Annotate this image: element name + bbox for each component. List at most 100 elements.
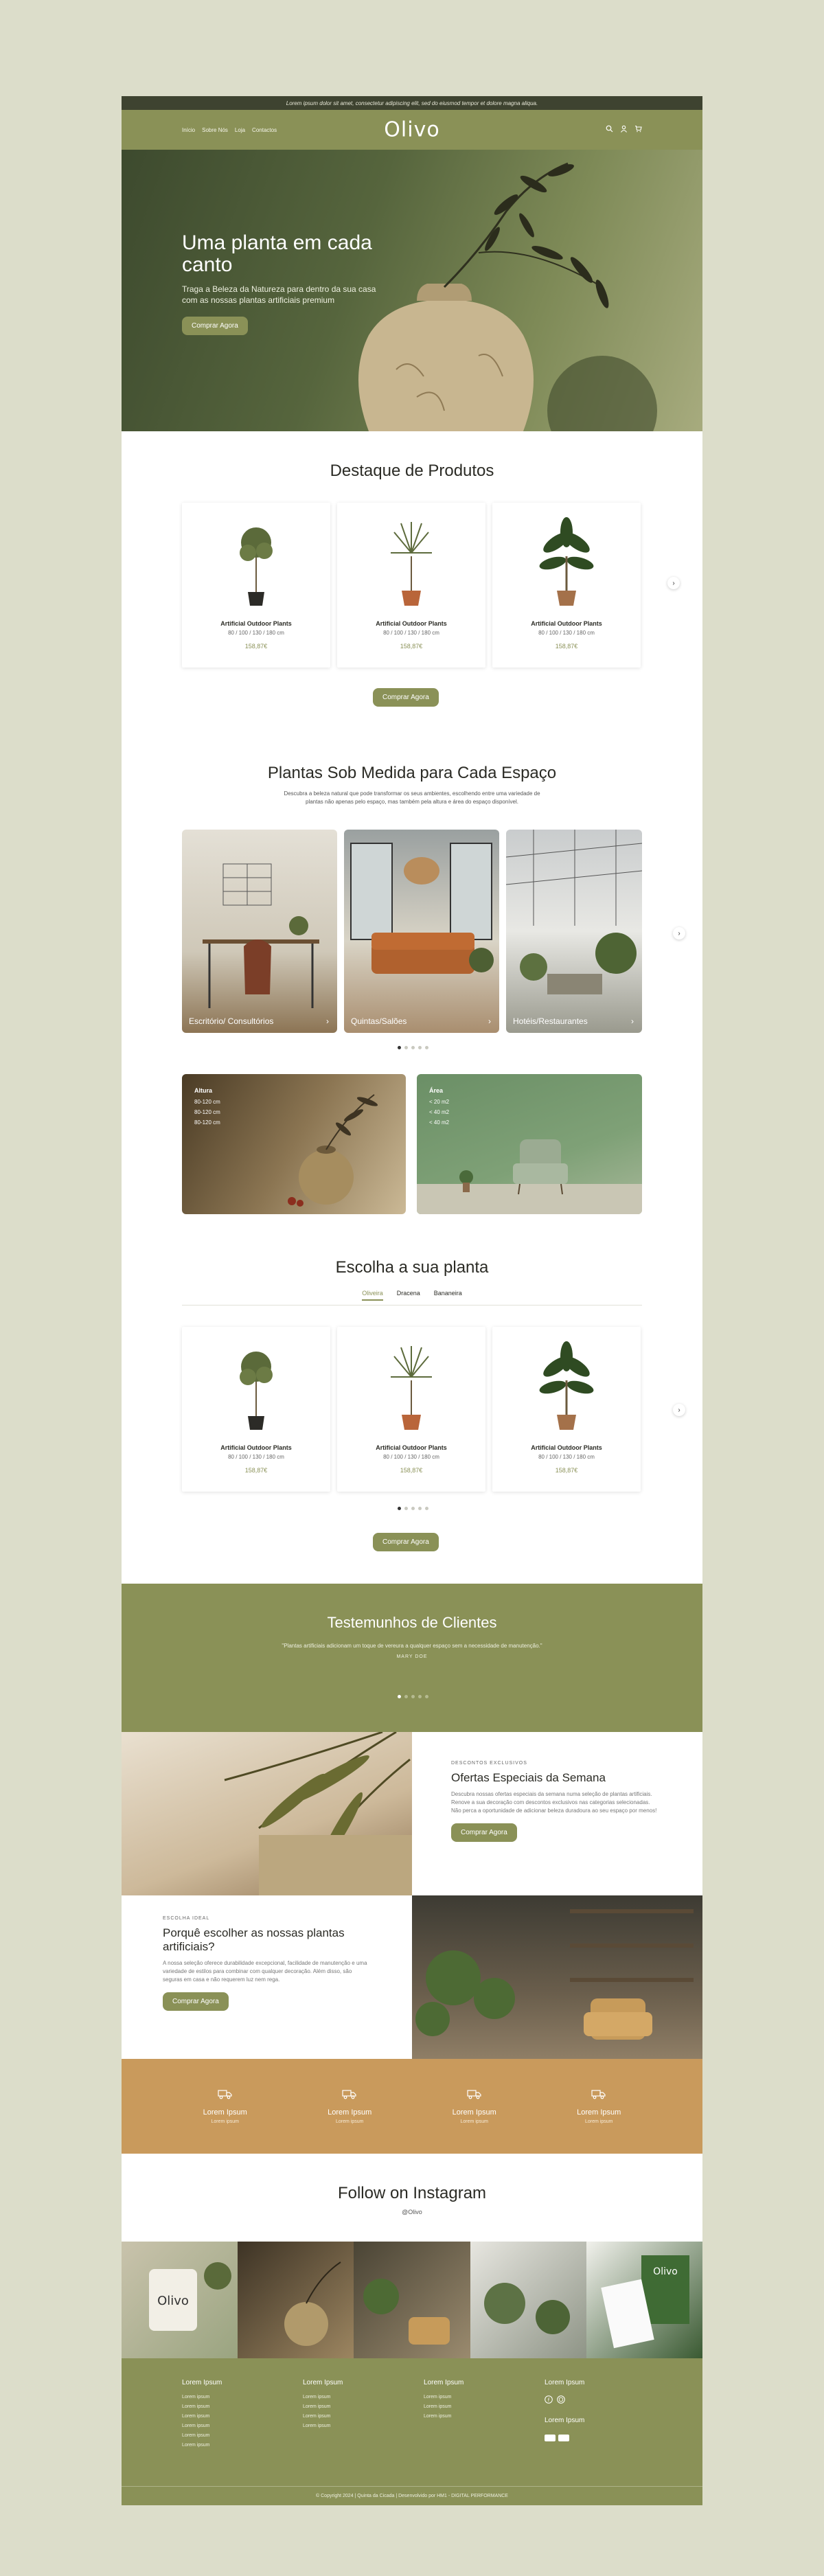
tab-oliveira[interactable]: Oliveira: [362, 1290, 383, 1301]
nav-link-sobre[interactable]: Sobre Nós: [202, 127, 228, 133]
dracena-image: [391, 522, 432, 606]
product-name: Artificial Outdoor Plants: [531, 620, 602, 627]
shelf-room-photo: [415, 1909, 694, 2040]
height-option[interactable]: 80-120 cm: [194, 1107, 220, 1117]
hero-subtitle: Traga a Beleza da Natureza para dentro d…: [182, 284, 376, 306]
search-icon[interactable]: [606, 125, 613, 135]
cart-icon[interactable]: [634, 125, 642, 135]
footer-link[interactable]: Lorem ipsum: [424, 2414, 520, 2419]
instagram-post[interactable]: [238, 2242, 354, 2358]
tab-bananeira[interactable]: Bananeira: [434, 1290, 462, 1301]
logo[interactable]: Olivo: [384, 118, 439, 142]
height-option[interactable]: 80-120 cm: [194, 1117, 220, 1128]
carousel-dot[interactable]: [425, 1695, 428, 1698]
offers-cta-button[interactable]: Comprar Agora: [451, 1823, 517, 1842]
height-option[interactable]: 80-120 cm: [194, 1097, 220, 1107]
instagram-post[interactable]: [470, 2242, 586, 2358]
instagram-post[interactable]: [354, 2242, 470, 2358]
product-name: Artificial Outdoor Plants: [376, 620, 447, 627]
testimonial-author: MARY DOE: [396, 1654, 428, 1659]
footer-link[interactable]: Lorem ipsum: [424, 2395, 520, 2400]
footer-link[interactable]: Lorem ipsum: [182, 2424, 278, 2428]
carousel-dot[interactable]: [411, 1507, 415, 1510]
footer-link[interactable]: Lorem ipsum: [182, 2433, 278, 2438]
space-card-living[interactable]: Quintas/Salões ›: [344, 830, 499, 1033]
instagram-icon[interactable]: [557, 2395, 565, 2407]
announcement-bar: Lorem ipsum dolor sit amet, consectetur …: [122, 96, 702, 110]
height-filter-card[interactable]: Altura 80-120 cm 80-120 cm 80-120 cm: [182, 1074, 406, 1214]
footer-link[interactable]: Lorem ipsum: [182, 2395, 278, 2400]
footer-link[interactable]: Lorem ipsum: [303, 2395, 399, 2400]
carousel-dot[interactable]: [398, 1695, 401, 1698]
carousel-dot[interactable]: [411, 1046, 415, 1049]
chevron-right-icon[interactable]: ›: [667, 577, 680, 589]
area-option[interactable]: < 40 m2: [429, 1107, 449, 1117]
product-sizes: 80 / 100 / 130 / 180 cm: [538, 1454, 595, 1460]
tab-dracena[interactable]: Dracena: [397, 1290, 420, 1301]
carousel-dot[interactable]: [404, 1046, 408, 1049]
why-cta-button[interactable]: Comprar Agora: [163, 1992, 229, 2011]
carousel-dot[interactable]: [425, 1046, 428, 1049]
product-card[interactable]: Artificial Outdoor Plants 80 / 100 / 130…: [492, 1327, 641, 1492]
footer-link[interactable]: Lorem ipsum: [424, 2404, 520, 2409]
hero-title: Uma planta em cada canto: [182, 231, 372, 276]
product-name: Artificial Outdoor Plants: [220, 620, 292, 627]
area-filter-list: Área < 20 m2 < 40 m2 < 40 m2: [429, 1085, 449, 1128]
carousel-dot[interactable]: [418, 1507, 422, 1510]
carousel-dot[interactable]: [418, 1695, 422, 1698]
nav-link-contactos[interactable]: Contactos: [252, 127, 277, 133]
carousel-dot[interactable]: [404, 1695, 408, 1698]
footer-link[interactable]: Lorem ipsum: [182, 2443, 278, 2448]
product-sizes: 80 / 100 / 130 / 180 cm: [383, 1454, 439, 1460]
benefit-subtitle: Lorem ipsum: [460, 2119, 488, 2124]
space-card-hotel[interactable]: Hotéis/Restaurantes ›: [506, 830, 642, 1033]
office-photo: [203, 863, 319, 1008]
product-card[interactable]: Artificial Outdoor Plants 80 / 100 / 130…: [182, 503, 330, 668]
choose-cta-button[interactable]: Comprar Agora: [373, 1533, 439, 1551]
chevron-right-icon[interactable]: ›: [673, 1404, 685, 1416]
carousel-dot[interactable]: [425, 1507, 428, 1510]
space-card-office[interactable]: Escritório/ Consultórios ›: [182, 830, 337, 1033]
product-card[interactable]: Artificial Outdoor Plants 80 / 100 / 130…: [492, 503, 641, 668]
offers-kicker: DESCONTOS EXCLUSIVOS: [451, 1761, 527, 1766]
plant-tabs: Oliveira Dracena Bananeira: [182, 1290, 642, 1306]
instagram-handle[interactable]: @Olivo: [122, 2209, 702, 2215]
footer-link[interactable]: Lorem ipsum: [303, 2404, 399, 2409]
footer-link[interactable]: Lorem ipsum: [303, 2424, 399, 2428]
area-option[interactable]: < 40 m2: [429, 1117, 449, 1128]
product-card[interactable]: Artificial Outdoor Plants 80 / 100 / 130…: [182, 1327, 330, 1492]
instagram-post[interactable]: Olivo: [586, 2242, 702, 2358]
hero-cta-button[interactable]: Comprar Agora: [182, 317, 248, 336]
banana-plant-image: [539, 1341, 594, 1430]
facebook-icon[interactable]: f: [545, 2395, 553, 2407]
footer-link[interactable]: Lorem ipsum: [182, 2414, 278, 2419]
benefit-title: Lorem Ipsum: [203, 2108, 247, 2117]
olivo-tag-photo: Olivo: [149, 2262, 231, 2331]
carousel-dot[interactable]: [411, 1695, 415, 1698]
truck-icon: [342, 2090, 356, 2099]
chevron-right-icon[interactable]: ›: [673, 927, 685, 939]
user-icon[interactable]: [620, 125, 628, 135]
carousel-dot[interactable]: [418, 1046, 422, 1049]
area-filter-card[interactable]: Área < 20 m2 < 40 m2 < 40 m2: [417, 1074, 642, 1214]
nav-link-loja[interactable]: Loja: [235, 127, 245, 133]
footer-link[interactable]: Lorem ipsum: [303, 2414, 399, 2419]
instagram-post[interactable]: Olivo: [122, 2242, 238, 2358]
choose-carousel-dots: [398, 1507, 428, 1510]
nav-link-inicio[interactable]: Início: [182, 127, 195, 133]
carousel-dot[interactable]: [398, 1046, 401, 1049]
space-label: Quintas/Salões: [351, 1016, 407, 1026]
benefit-subtitle: Lorem ipsum: [336, 2119, 364, 2124]
area-option[interactable]: < 20 m2: [429, 1097, 449, 1107]
footer-link[interactable]: Lorem ipsum: [182, 2404, 278, 2409]
product-card[interactable]: Artificial Outdoor Plants 80 / 100 / 130…: [337, 1327, 485, 1492]
product-price: 158,87€: [555, 1467, 578, 1474]
svg-text:Olivo: Olivo: [157, 2294, 189, 2308]
footer-col-title: Lorem Ipsum: [303, 2379, 343, 2386]
featured-cta-button[interactable]: Comprar Agora: [373, 688, 439, 707]
product-price: 158,87€: [400, 1467, 423, 1474]
carousel-dot[interactable]: [404, 1507, 408, 1510]
product-card[interactable]: Artificial Outdoor Plants 80 / 100 / 130…: [337, 503, 485, 668]
space-label: Hotéis/Restaurantes: [513, 1016, 588, 1026]
carousel-dot[interactable]: [398, 1507, 401, 1510]
